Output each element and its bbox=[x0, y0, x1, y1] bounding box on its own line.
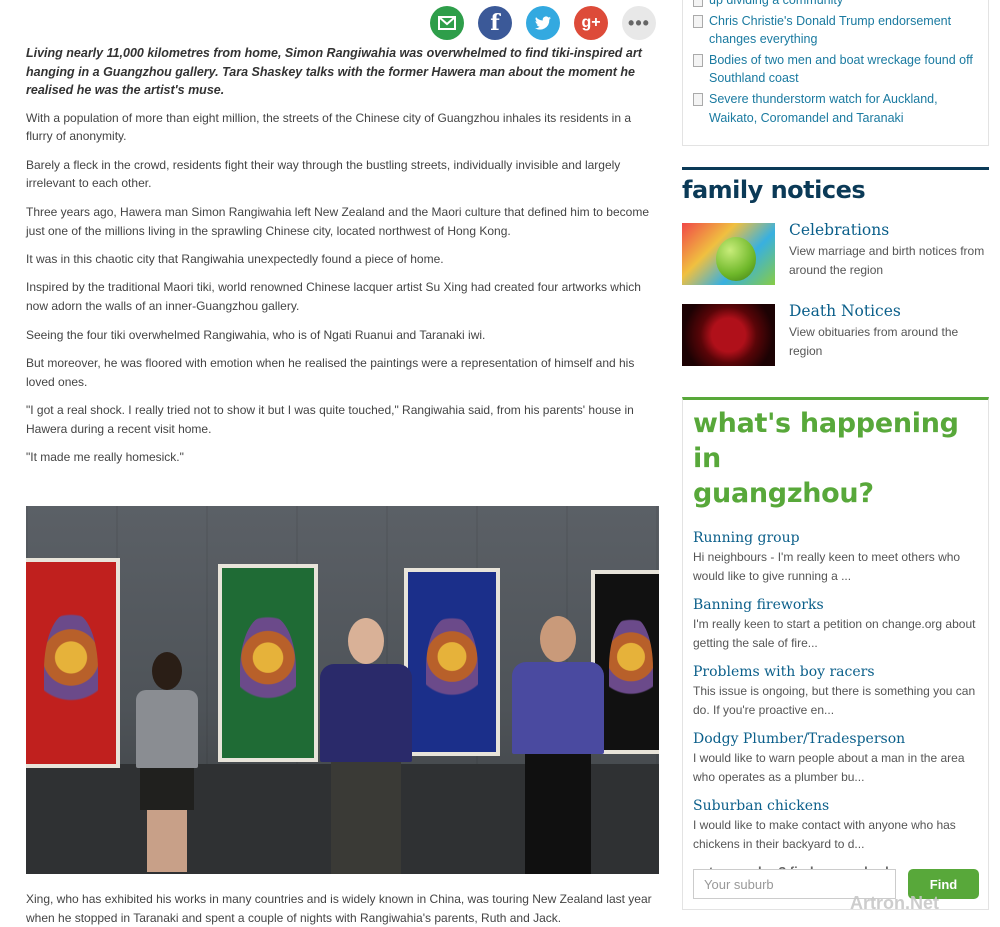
article-paragraph: Seeing the four tiki overwhelmed Rangiwa… bbox=[26, 327, 486, 342]
artron-watermark: Artron.Net bbox=[850, 893, 939, 913]
googleplus-icon: g+ bbox=[581, 14, 601, 31]
whats-happening-heading: what's happening in guangzhou? bbox=[693, 406, 978, 511]
article-paragraph: Barely a fleck in the crowd, residents f… bbox=[26, 157, 621, 191]
community-post[interactable]: Problems with boy racers This issue is o… bbox=[693, 663, 978, 719]
article-paragraph: But moreover, he was floored with emotio… bbox=[26, 356, 635, 389]
whats-happening-heading-line2: guangzhou? bbox=[693, 478, 874, 509]
news-link[interactable]: Bodies of two men and boat wreckage foun… bbox=[693, 51, 978, 88]
post-title[interactable]: Problems with boy racers bbox=[693, 663, 978, 681]
document-icon bbox=[693, 14, 703, 28]
tiki-painting-red bbox=[26, 558, 120, 768]
death-notices-notice[interactable]: Death Notices View obituaries from aroun… bbox=[682, 302, 989, 366]
article-paragraph: Inspired by the traditional Maori tiki, … bbox=[26, 280, 641, 314]
twitter-share-button[interactable] bbox=[526, 6, 560, 40]
death-notices-link[interactable]: Death Notices bbox=[789, 302, 901, 320]
twitter-bird-icon bbox=[535, 16, 551, 30]
googleplus-share-button[interactable]: g+ bbox=[574, 6, 608, 40]
news-link-label: Chris Christie's Donald Trump endorsemen… bbox=[709, 13, 952, 47]
document-icon bbox=[693, 0, 703, 7]
document-icon bbox=[693, 53, 703, 67]
post-title[interactable]: Banning fireworks bbox=[693, 596, 978, 614]
news-link-label: Severe thunderstorm watch for Auckland, … bbox=[709, 91, 938, 125]
family-notices-heading: family notices bbox=[682, 176, 866, 204]
person-su-xing bbox=[512, 616, 604, 874]
article-lede: Living nearly 11,000 kilometres from hom… bbox=[26, 46, 642, 97]
article-paragraph: "I got a real shock. I really tried not … bbox=[26, 403, 634, 437]
news-link[interactable]: Chris Christie's Donald Trump endorsemen… bbox=[693, 12, 978, 49]
ellipsis-icon: ••• bbox=[628, 12, 650, 33]
tiki-painting-green bbox=[218, 564, 318, 762]
news-link-label: up dividing a community bbox=[709, 0, 844, 7]
post-title[interactable]: Running group bbox=[693, 529, 978, 547]
facebook-icon: f bbox=[490, 10, 500, 36]
person-simon bbox=[320, 618, 412, 874]
family-notices-rule bbox=[682, 167, 989, 170]
email-share-button[interactable] bbox=[430, 6, 464, 40]
news-link[interactable]: up dividing a community bbox=[693, 0, 978, 10]
article-paragraph: With a population of more than eight mil… bbox=[26, 110, 632, 144]
community-post[interactable]: Running group Hi neighbours - I'm really… bbox=[693, 529, 978, 585]
photo-caption: Xing, who has exhibited his works in man… bbox=[26, 892, 652, 925]
post-excerpt: I would like to warn people about a man … bbox=[693, 751, 965, 784]
whats-happening-heading-line1: what's happening in bbox=[693, 408, 959, 474]
community-post[interactable]: Suburban chickens I would like to make c… bbox=[693, 797, 978, 853]
tiki-painting-blue bbox=[404, 568, 500, 756]
community-post[interactable]: Dodgy Plumber/Tradesperson I would like … bbox=[693, 730, 978, 786]
facebook-share-button[interactable]: f bbox=[478, 6, 512, 40]
celebrations-link[interactable]: Celebrations bbox=[789, 221, 889, 239]
envelope-icon bbox=[438, 16, 456, 30]
death-notices-desc: View obituaries from around the region bbox=[789, 325, 959, 358]
article-paragraph: "It made me really homesick." bbox=[26, 450, 184, 465]
celebrations-desc: View marriage and birth notices from aro… bbox=[789, 244, 985, 277]
person-woman bbox=[130, 652, 204, 874]
community-post[interactable]: Banning fireworks I'm really keen to sta… bbox=[693, 596, 978, 652]
rose-image[interactable] bbox=[682, 304, 775, 366]
gallery-photo[interactable] bbox=[26, 506, 659, 874]
share-bar: f g+ ••• bbox=[430, 6, 656, 40]
celebrations-notice[interactable]: Celebrations View marriage and birth not… bbox=[682, 221, 989, 285]
latest-news-list: up dividing a community Chris Christie's… bbox=[682, 0, 989, 146]
article-body: Living nearly 11,000 kilometres from hom… bbox=[26, 44, 660, 477]
post-excerpt: Hi neighbours - I'm really keen to meet … bbox=[693, 550, 961, 583]
post-excerpt: I'm really keen to start a petition on c… bbox=[693, 617, 976, 650]
post-title[interactable]: Dodgy Plumber/Tradesperson bbox=[693, 730, 978, 748]
article-paragraph: It was in this chaotic city that Rangiwa… bbox=[26, 252, 444, 267]
post-excerpt: I would like to make contact with anyone… bbox=[693, 818, 956, 851]
news-link-label: Bodies of two men and boat wreckage foun… bbox=[709, 52, 973, 86]
document-icon bbox=[693, 92, 703, 106]
news-link[interactable]: Severe thunderstorm watch for Auckland, … bbox=[693, 90, 978, 127]
post-excerpt: This issue is ongoing, but there is some… bbox=[693, 684, 976, 717]
article-paragraph: Three years ago, Hawera man Simon Rangiw… bbox=[26, 204, 649, 238]
balloons-image[interactable] bbox=[682, 223, 775, 285]
whats-happening-panel: what's happening in guangzhou? Running g… bbox=[682, 397, 989, 910]
post-title[interactable]: Suburban chickens bbox=[693, 797, 978, 815]
more-share-button[interactable]: ••• bbox=[622, 6, 656, 40]
